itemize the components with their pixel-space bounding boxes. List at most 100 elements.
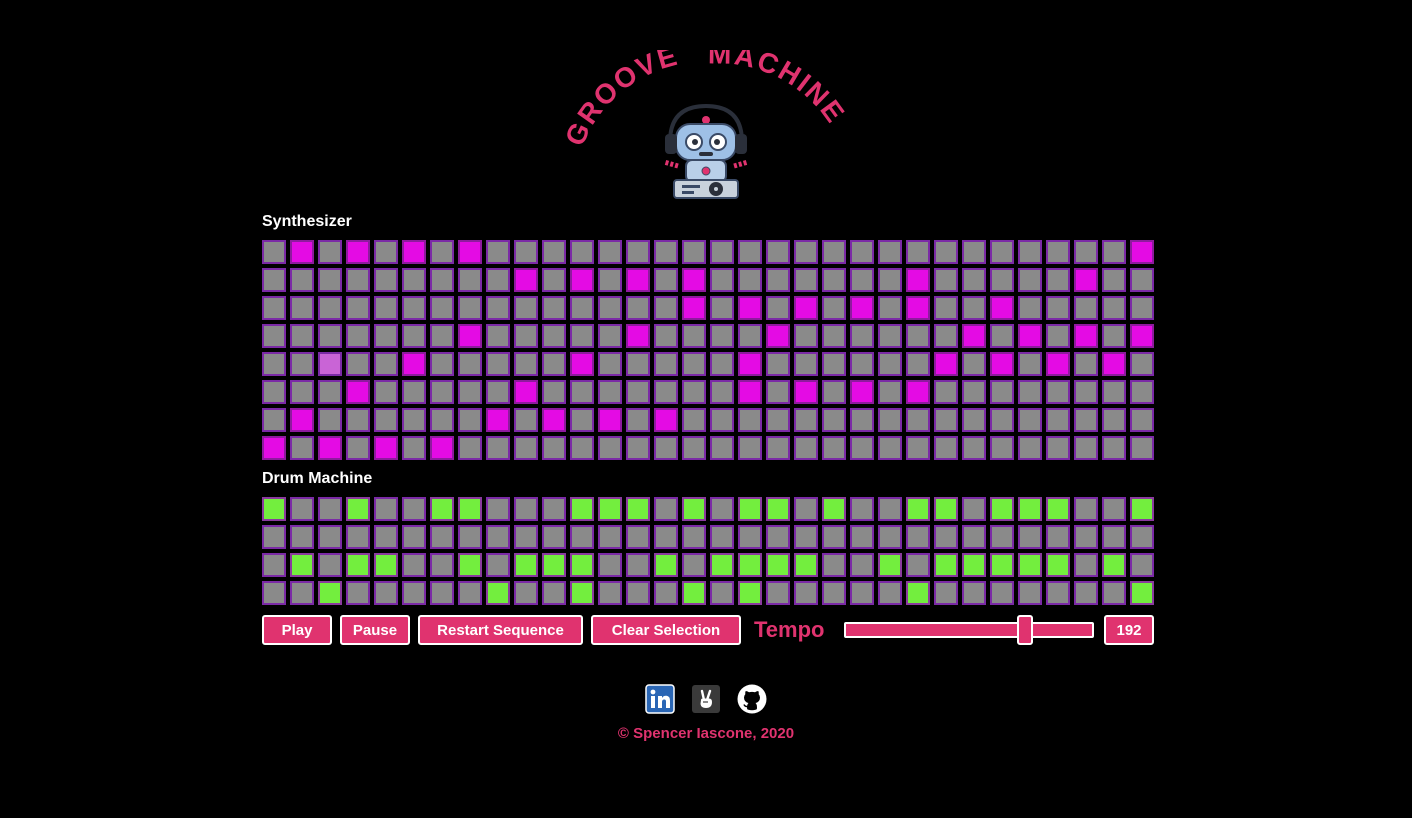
synth-step-cell[interactable] xyxy=(626,380,650,404)
synth-step-cell[interactable] xyxy=(654,240,678,264)
synth-step-cell[interactable] xyxy=(654,324,678,348)
synth-step-cell[interactable] xyxy=(878,380,902,404)
drum-step-cell[interactable] xyxy=(878,497,902,521)
synth-step-cell[interactable] xyxy=(262,296,286,320)
synth-step-cell[interactable] xyxy=(962,408,986,432)
drum-step-cell[interactable] xyxy=(290,497,314,521)
synth-step-cell[interactable] xyxy=(710,240,734,264)
pause-button[interactable]: Pause xyxy=(340,615,410,645)
synth-step-cell[interactable] xyxy=(794,380,818,404)
synth-step-cell[interactable] xyxy=(850,352,874,376)
synth-step-cell[interactable] xyxy=(1102,380,1126,404)
synth-step-cell[interactable] xyxy=(290,296,314,320)
synth-step-cell[interactable] xyxy=(486,296,510,320)
drum-step-cell[interactable] xyxy=(346,525,370,549)
synth-step-cell[interactable] xyxy=(766,352,790,376)
synth-step-cell[interactable] xyxy=(822,408,846,432)
synth-step-cell[interactable] xyxy=(1102,352,1126,376)
synth-step-cell[interactable] xyxy=(1046,436,1070,460)
synth-step-cell[interactable] xyxy=(1130,240,1154,264)
synth-step-cell[interactable] xyxy=(1018,352,1042,376)
synth-step-cell[interactable] xyxy=(822,296,846,320)
synth-step-cell[interactable] xyxy=(822,380,846,404)
synth-step-cell[interactable] xyxy=(1102,240,1126,264)
synth-step-cell[interactable] xyxy=(850,268,874,292)
drum-step-cell[interactable] xyxy=(906,525,930,549)
synth-step-cell[interactable] xyxy=(794,352,818,376)
synth-step-cell[interactable] xyxy=(346,268,370,292)
synth-step-cell[interactable] xyxy=(570,408,594,432)
synth-step-cell[interactable] xyxy=(1074,352,1098,376)
synth-step-cell[interactable] xyxy=(710,352,734,376)
synth-step-cell[interactable] xyxy=(794,268,818,292)
synth-step-cell[interactable] xyxy=(542,380,566,404)
synth-step-cell[interactable] xyxy=(682,380,706,404)
synth-step-cell[interactable] xyxy=(738,268,762,292)
drum-step-cell[interactable] xyxy=(850,497,874,521)
synth-step-cell[interactable] xyxy=(794,240,818,264)
synth-step-cell[interactable] xyxy=(598,268,622,292)
drum-step-cell[interactable] xyxy=(990,525,1014,549)
synth-step-cell[interactable] xyxy=(570,380,594,404)
drum-step-cell[interactable] xyxy=(794,525,818,549)
drum-step-cell[interactable] xyxy=(570,497,594,521)
drum-step-cell[interactable] xyxy=(1046,581,1070,605)
synth-step-cell[interactable] xyxy=(430,436,454,460)
synth-step-cell[interactable] xyxy=(906,296,930,320)
synth-step-cell[interactable] xyxy=(458,268,482,292)
synth-step-cell[interactable] xyxy=(878,240,902,264)
drum-step-cell[interactable] xyxy=(962,525,986,549)
synth-step-cell[interactable] xyxy=(934,240,958,264)
drum-step-cell[interactable] xyxy=(430,525,454,549)
drum-step-cell[interactable] xyxy=(934,581,958,605)
linkedin-link[interactable] xyxy=(645,684,675,714)
synth-step-cell[interactable] xyxy=(710,408,734,432)
synth-step-cell[interactable] xyxy=(682,324,706,348)
tempo-slider-thumb[interactable] xyxy=(1017,615,1034,645)
synth-step-cell[interactable] xyxy=(402,240,426,264)
drum-step-cell[interactable] xyxy=(682,525,706,549)
drum-step-cell[interactable] xyxy=(1102,525,1126,549)
synth-step-cell[interactable] xyxy=(906,324,930,348)
drum-step-cell[interactable] xyxy=(934,497,958,521)
synth-step-cell[interactable] xyxy=(766,324,790,348)
synth-step-cell[interactable] xyxy=(1130,296,1154,320)
drum-step-cell[interactable] xyxy=(654,525,678,549)
synth-step-cell[interactable] xyxy=(458,240,482,264)
synth-step-cell[interactable] xyxy=(1102,268,1126,292)
drum-step-cell[interactable] xyxy=(542,525,566,549)
play-button[interactable]: Play xyxy=(262,615,332,645)
synth-step-cell[interactable] xyxy=(1130,352,1154,376)
synth-step-cell[interactable] xyxy=(1102,436,1126,460)
synth-step-cell[interactable] xyxy=(1046,268,1070,292)
synth-step-cell[interactable] xyxy=(1074,240,1098,264)
drum-step-cell[interactable] xyxy=(654,497,678,521)
synth-step-cell[interactable] xyxy=(1102,408,1126,432)
synth-step-cell[interactable] xyxy=(934,408,958,432)
drum-step-cell[interactable] xyxy=(290,581,314,605)
drum-step-cell[interactable] xyxy=(542,553,566,577)
synth-step-cell[interactable] xyxy=(654,352,678,376)
drum-step-cell[interactable] xyxy=(402,553,426,577)
synth-step-cell[interactable] xyxy=(262,352,286,376)
drum-step-cell[interactable] xyxy=(682,497,706,521)
synth-step-cell[interactable] xyxy=(626,296,650,320)
synth-step-cell[interactable] xyxy=(1130,436,1154,460)
drum-step-cell[interactable] xyxy=(934,525,958,549)
synth-step-cell[interactable] xyxy=(990,268,1014,292)
synth-step-cell[interactable] xyxy=(822,268,846,292)
synth-step-cell[interactable] xyxy=(1018,408,1042,432)
synth-step-cell[interactable] xyxy=(710,436,734,460)
drum-step-cell[interactable] xyxy=(990,581,1014,605)
synth-step-cell[interactable] xyxy=(290,240,314,264)
drum-step-cell[interactable] xyxy=(850,525,874,549)
clear-selection-button[interactable]: Clear Selection xyxy=(591,615,741,645)
synth-step-cell[interactable] xyxy=(822,240,846,264)
synth-step-cell[interactable] xyxy=(430,408,454,432)
synth-step-cell[interactable] xyxy=(598,324,622,348)
synth-step-cell[interactable] xyxy=(486,240,510,264)
synth-step-cell[interactable] xyxy=(738,324,762,348)
drum-step-cell[interactable] xyxy=(486,553,510,577)
drum-step-cell[interactable] xyxy=(1130,553,1154,577)
synth-step-cell[interactable] xyxy=(626,324,650,348)
